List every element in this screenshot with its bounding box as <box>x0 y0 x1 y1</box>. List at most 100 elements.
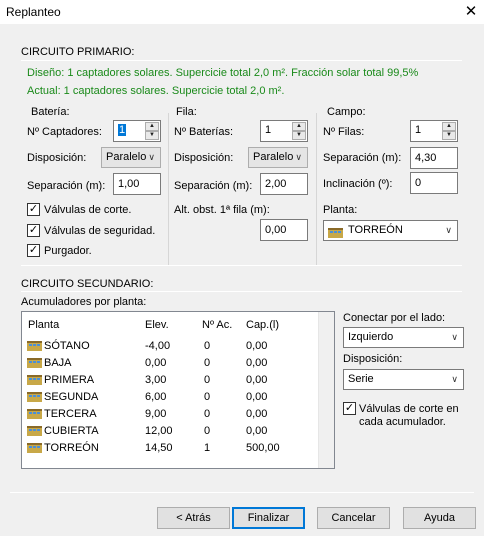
chevron-down-icon: ∨ <box>451 332 458 342</box>
row-nac: 0 <box>204 391 211 403</box>
group-bottom-line <box>21 265 462 266</box>
chevron-down-icon: ∨ <box>295 152 302 162</box>
valvulas-corte-checkbox[interactable]: ✓ <box>27 203 40 216</box>
chevron-down-icon: ∨ <box>451 374 458 384</box>
list-scrollbar[interactable] <box>318 312 334 468</box>
fila-separacion-input[interactable]: 2,00 <box>260 173 308 195</box>
bateria-separacion-input[interactable]: 1,00 <box>113 173 161 195</box>
row-planta: SEGUNDA <box>44 391 99 403</box>
alt-obst-input[interactable]: 0,00 <box>260 219 308 241</box>
campo-separacion-label: Separación (m): <box>323 152 402 164</box>
row-planta: BAJA <box>44 357 72 369</box>
captadores-spin-buttons: ▲ ▼ <box>145 122 159 140</box>
finish-button[interactable]: Finalizar <box>232 507 305 529</box>
baterias-stepper[interactable]: 1 ▲ ▼ <box>260 120 308 142</box>
spin-down-icon[interactable]: ▼ <box>292 131 306 140</box>
table-row[interactable]: PRIMERA 3,00 0 0,00 <box>22 372 318 389</box>
table-row[interactable]: CUBIERTA 12,00 0 0,00 <box>22 423 318 440</box>
column-header-cap[interactable]: Cap.(l) <box>246 319 279 331</box>
captadores-value[interactable]: 1 <box>118 124 127 136</box>
row-cap: 0,00 <box>246 357 268 369</box>
conectar-label: Conectar por el lado: <box>343 312 446 324</box>
column-header-nac[interactable]: Nº Ac. <box>202 319 232 331</box>
table-row[interactable]: BAJA 0,00 0 0,00 <box>22 355 318 372</box>
row-cap: 0,00 <box>246 391 268 403</box>
row-planta: TERCERA <box>44 408 97 420</box>
secundario-disposicion-select[interactable]: Serie ∨ <box>343 369 464 390</box>
filas-value[interactable]: 1 <box>415 124 421 136</box>
campo-separacion-input[interactable]: 4,30 <box>410 147 458 169</box>
secundario-disposicion-label: Disposición: <box>343 353 403 365</box>
table-row[interactable]: TERCERA 9,00 0 0,00 <box>22 406 318 423</box>
bateria-disposicion-value: Paralelo <box>106 151 147 163</box>
inclinacion-label: Inclinación (º): <box>323 178 393 190</box>
fila-disposicion-select[interactable]: Paralelo ∨ <box>248 147 308 168</box>
group-divider <box>316 113 317 265</box>
conectar-value: Izquierdo <box>348 331 394 343</box>
fila-title: Fila: <box>176 106 197 118</box>
bateria-disposicion-label: Disposición: <box>27 152 87 164</box>
planta-select[interactable]: TORREÓN ∨ <box>323 220 458 241</box>
group-divider <box>168 113 169 265</box>
conectar-select[interactable]: Izquierdo ∨ <box>343 327 464 348</box>
building-floor-icon <box>27 443 42 453</box>
row-elev: 12,00 <box>145 425 173 437</box>
building-floor-icon <box>27 409 42 419</box>
row-planta: CUBIERTA <box>44 425 99 437</box>
actual-summary: Actual: 1 captadores solares. Supercicie… <box>27 85 285 97</box>
row-elev: 0,00 <box>145 357 167 369</box>
valvulas-seguridad-checkbox[interactable]: ✓ <box>27 224 40 237</box>
captadores-stepper[interactable]: 1 ▲ ▼ <box>113 120 161 142</box>
valvulas-acumulador-label-2: cada acumulador. <box>359 416 446 428</box>
valvulas-acumulador-label-1: Válvulas de corte en <box>359 403 459 415</box>
bateria-disposicion-select[interactable]: Paralelo ∨ <box>101 147 161 168</box>
building-floor-icon <box>27 341 42 351</box>
building-floor-icon <box>27 426 42 436</box>
table-row[interactable]: TORREÓN 14,50 1 500,00 <box>22 440 318 457</box>
building-floor-icon <box>27 375 42 385</box>
filas-stepper[interactable]: 1 ▲ ▼ <box>410 120 458 142</box>
row-nac: 0 <box>204 408 211 420</box>
baterias-value[interactable]: 1 <box>265 124 271 136</box>
campo-title: Campo: <box>327 106 366 118</box>
fila-disposicion-label: Disposición: <box>174 152 234 164</box>
secundario-disposicion-value: Serie <box>348 373 374 385</box>
back-button[interactable]: < Atrás <box>157 507 230 529</box>
spin-down-icon[interactable]: ▼ <box>145 131 159 140</box>
alt-obst-label: Alt. obst. 1ª fila (m): <box>174 204 270 216</box>
column-header-planta[interactable]: Planta <box>28 319 59 331</box>
row-elev: 9,00 <box>145 408 167 420</box>
building-floor-icon <box>27 392 42 402</box>
row-nac: 0 <box>204 425 211 437</box>
valvulas-acumulador-checkbox[interactable]: ✓ <box>343 402 356 415</box>
inclinacion-input[interactable]: 0 <box>410 172 458 194</box>
close-icon[interactable]: ✕ <box>462 3 480 21</box>
help-button[interactable]: Ayuda <box>403 507 476 529</box>
spin-up-icon[interactable]: ▲ <box>442 122 456 131</box>
planta-label: Planta: <box>323 204 358 216</box>
cancel-button[interactable]: Cancelar <box>317 507 390 529</box>
spin-down-icon[interactable]: ▼ <box>442 131 456 140</box>
row-cap: 0,00 <box>246 340 268 352</box>
bateria-separacion-label: Separación (m): <box>27 180 106 192</box>
acumuladores-label: Acumuladores por planta: <box>21 296 147 308</box>
baterias-spin-buttons: ▲ ▼ <box>292 122 306 140</box>
footer-divider <box>10 492 474 493</box>
row-nac: 0 <box>204 357 211 369</box>
planta-value: TORREÓN <box>348 224 403 236</box>
title-bar <box>0 0 484 24</box>
purgador-checkbox[interactable]: ✓ <box>27 244 40 257</box>
row-planta: PRIMERA <box>44 374 95 386</box>
spin-up-icon[interactable]: ▲ <box>292 122 306 131</box>
column-header-elev[interactable]: Elev. <box>145 319 169 331</box>
row-cap: 0,00 <box>246 408 268 420</box>
spin-up-icon[interactable]: ▲ <box>145 122 159 131</box>
table-row[interactable]: SEGUNDA 6,00 0 0,00 <box>22 389 318 406</box>
row-planta: SÓTANO <box>44 340 90 352</box>
design-summary: Diseño: 1 captadores solares. Supercicie… <box>27 67 419 79</box>
table-row[interactable]: SÓTANO -4,00 0 0,00 <box>22 338 318 355</box>
acumuladores-list[interactable]: Planta Elev. Nº Ac. Cap.(l) SÓTANO -4,00… <box>21 311 335 469</box>
row-nac: 1 <box>204 442 211 454</box>
row-nac: 0 <box>204 374 211 386</box>
row-cap: 0,00 <box>246 374 268 386</box>
